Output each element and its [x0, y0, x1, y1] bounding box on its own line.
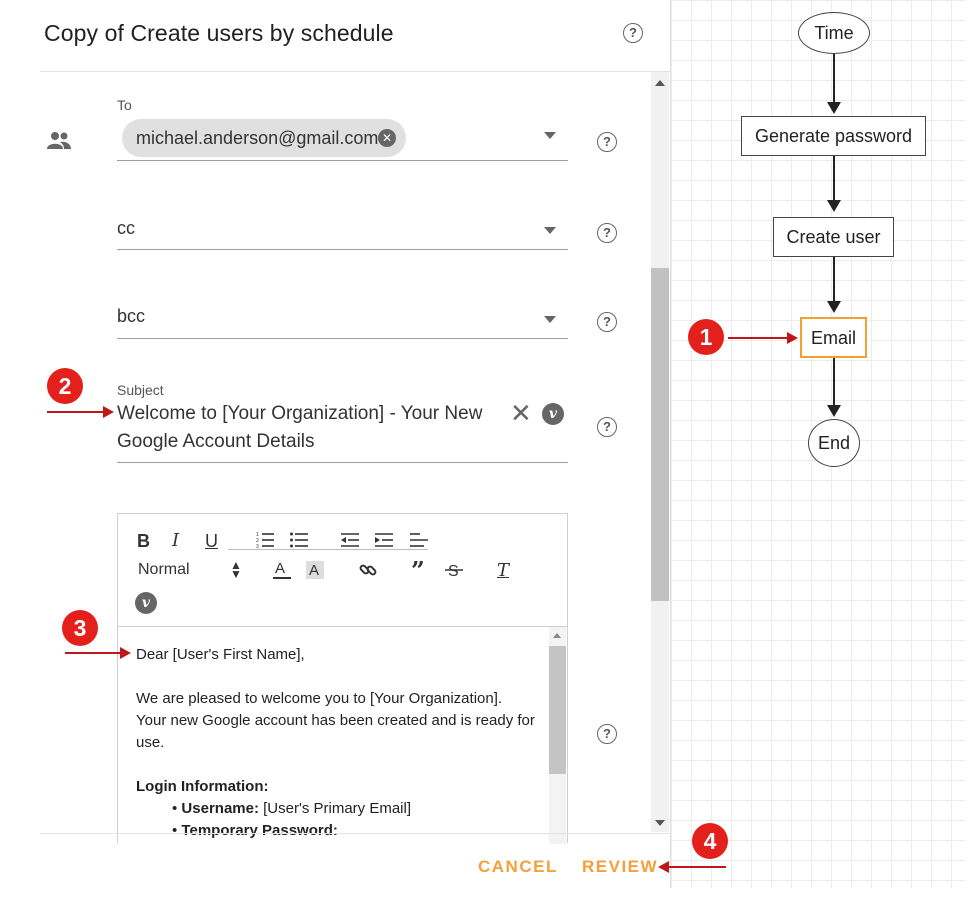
flow-node-generate-password[interactable]: Generate password: [741, 116, 926, 156]
underline-button[interactable]: U: [205, 531, 218, 551]
toolbar-divider: [228, 549, 428, 550]
password-label: Temporary Password:: [181, 822, 338, 839]
link-icon[interactable]: [359, 561, 377, 579]
flow-arrowhead: [827, 301, 841, 313]
cc-field-underline: [117, 249, 568, 250]
clear-formatting-icon[interactable]: T: [497, 561, 509, 581]
background-color-icon[interactable]: A: [305, 560, 325, 580]
body-greeting: Dear [User's First Name],: [136, 646, 305, 663]
editor-scrollbar-thumb[interactable]: [549, 646, 566, 774]
svg-text:A: A: [275, 560, 285, 577]
scroll-down-icon[interactable]: [655, 820, 665, 826]
body-login-heading: Login Information:: [136, 778, 269, 795]
blockquote-icon[interactable]: ”: [411, 559, 425, 583]
annotation-arrow-2: [47, 411, 103, 413]
bcc-field[interactable]: bcc: [117, 306, 145, 327]
dialog-scrollbar-thumb[interactable]: [651, 268, 669, 601]
to-field-underline: [117, 160, 568, 161]
to-label: To: [117, 97, 132, 113]
flow-arrowhead: [827, 102, 841, 114]
format-select[interactable]: Normal: [138, 561, 190, 579]
annotation-arrowhead-2: [103, 406, 114, 418]
recipient-chip-label: michael.anderson@gmail.com: [136, 128, 379, 148]
body-username-line: • Username: [User's Primary Email]: [172, 800, 412, 817]
body-password-line: • Temporary Password:: [172, 822, 338, 839]
username-label: Username:: [181, 800, 259, 817]
annotation-arrowhead-4: [658, 861, 669, 873]
bcc-dropdown-arrow-icon[interactable]: [544, 316, 556, 323]
help-icon[interactable]: ?: [623, 23, 643, 43]
flow-arrowhead: [827, 405, 841, 417]
cc-help-icon[interactable]: ?: [597, 223, 617, 243]
flow-node-end[interactable]: End: [808, 419, 860, 467]
strikethrough-icon[interactable]: S: [445, 561, 463, 579]
annotation-badge-1: 1: [688, 319, 724, 355]
flow-connector: [833, 358, 835, 408]
bullet-list-icon[interactable]: [290, 532, 308, 548]
editor-toolbar-separator: [118, 626, 567, 627]
format-select-arrows-icon[interactable]: ▲ ▼: [230, 559, 242, 580]
annotation-badge-3: 3: [62, 610, 98, 646]
text-color-icon[interactable]: A: [273, 560, 291, 580]
flow-node-time[interactable]: Time: [798, 12, 870, 54]
to-help-icon[interactable]: ?: [597, 132, 617, 152]
svg-text:S: S: [448, 563, 459, 579]
subject-input[interactable]: Welcome to [Your Organization] - Your Ne…: [117, 400, 502, 456]
svg-text:A: A: [309, 562, 319, 579]
annotation-arrow-1: [728, 337, 788, 339]
workflow-diagram: Time Generate password Create user Email…: [670, 0, 965, 888]
italic-button[interactable]: I: [172, 531, 179, 551]
editor-scroll-up-icon[interactable]: [553, 633, 561, 638]
recipient-chip[interactable]: michael.anderson@gmail.com ✕: [122, 119, 406, 157]
svg-text:3: 3: [256, 544, 259, 548]
cancel-button[interactable]: CANCEL: [478, 857, 558, 877]
annotation-arrow-4: [668, 866, 726, 868]
header-divider: [40, 71, 670, 72]
flow-node-create-user[interactable]: Create user: [773, 217, 894, 257]
annotation-badge-4: 4: [692, 823, 728, 859]
annotation-arrowhead-1: [787, 332, 798, 344]
insert-variable-icon[interactable]: v: [542, 403, 564, 425]
footer-divider: [40, 833, 670, 834]
scroll-up-icon[interactable]: [655, 80, 665, 86]
email-body-content[interactable]: Dear [User's First Name], We are pleased…: [136, 644, 536, 842]
flow-connector: [833, 156, 835, 202]
bold-button[interactable]: B: [137, 531, 150, 551]
recipients-icon: [47, 132, 71, 149]
annotation-arrow-3: [65, 652, 121, 654]
dialog-title: Copy of Create users by schedule: [44, 20, 394, 46]
body-intro: We are pleased to welcome you to [Your O…: [136, 690, 535, 751]
align-icon[interactable]: [410, 532, 428, 548]
outdent-icon[interactable]: [341, 532, 359, 548]
email-body-editor: B I U 123 Normal ▲ ▼ A A ” S T v Dear [Us…: [117, 513, 568, 844]
flow-arrowhead: [827, 200, 841, 212]
ordered-list-icon[interactable]: 123: [256, 532, 274, 548]
close-icon[interactable]: ✕: [378, 129, 396, 147]
username-value: [User's Primary Email]: [258, 800, 412, 817]
review-button[interactable]: REVIEW: [582, 857, 658, 877]
cc-field[interactable]: cc: [117, 218, 135, 239]
flow-connector: [833, 54, 835, 104]
subject-label: Subject: [117, 382, 164, 398]
flow-connector: [833, 257, 835, 303]
annotation-badge-2: 2: [47, 368, 83, 404]
subject-help-icon[interactable]: ?: [597, 417, 617, 437]
workflow-step-dialog: Copy of Create users by schedule ? To mi…: [0, 0, 670, 900]
annotation-arrowhead-3: [120, 647, 131, 659]
indent-icon[interactable]: [375, 532, 393, 548]
bcc-help-icon[interactable]: ?: [597, 312, 617, 332]
to-dropdown-arrow-icon[interactable]: [544, 132, 556, 139]
body-help-icon[interactable]: ?: [597, 724, 617, 744]
insert-variable-editor-icon[interactable]: v: [135, 592, 157, 614]
subject-field-underline: [117, 462, 568, 463]
cc-dropdown-arrow-icon[interactable]: [544, 227, 556, 234]
clear-subject-icon[interactable]: ✕: [510, 400, 532, 426]
flow-node-email[interactable]: Email: [800, 317, 867, 358]
bcc-field-underline: [117, 338, 568, 339]
